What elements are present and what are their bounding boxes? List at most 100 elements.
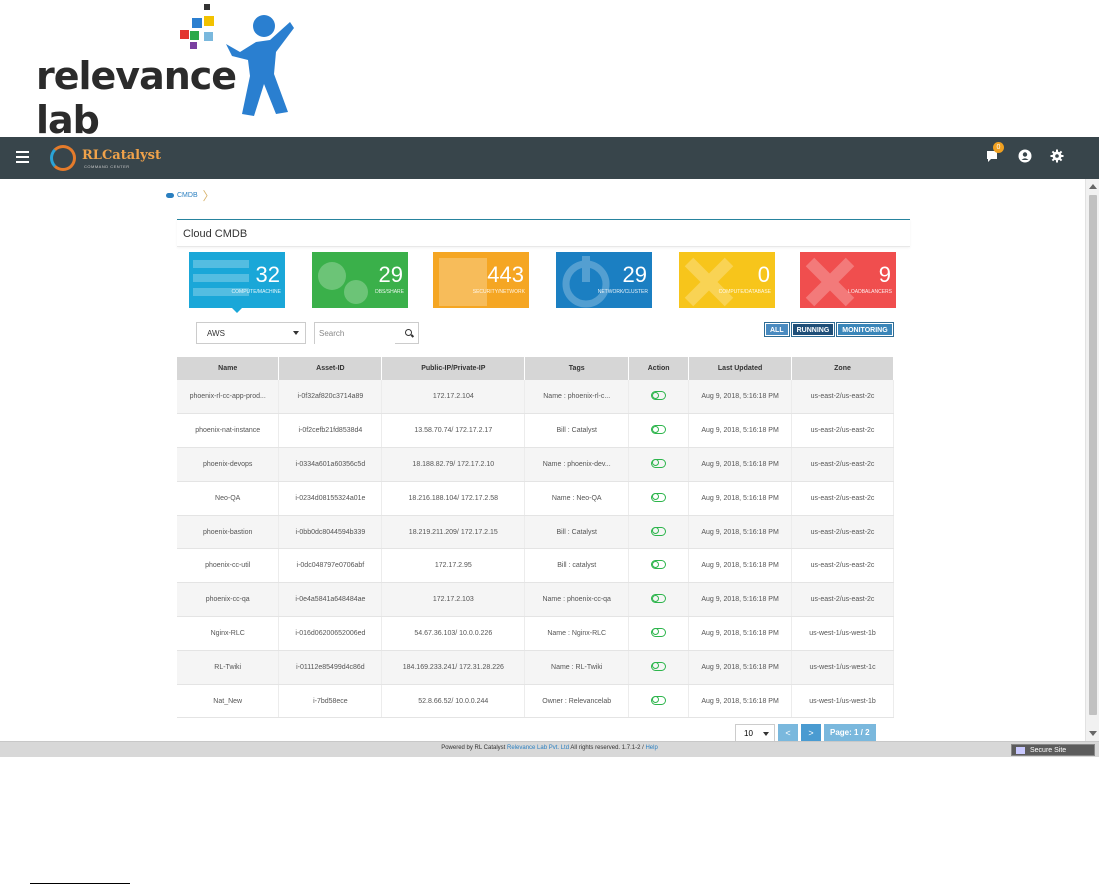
- scrollbar-thumb[interactable]: [1089, 195, 1097, 715]
- search-input[interactable]: [315, 323, 395, 344]
- column-header-last-updated[interactable]: Last Updated: [688, 357, 793, 380]
- company-logo: relevance lab: [30, 4, 300, 142]
- cell-tags: Name : Neo-QA: [524, 481, 630, 516]
- toggle-icon[interactable]: [651, 526, 667, 536]
- table-row[interactable]: Neo-QA i-0234d08155324a01e 18.216.188.104/…: [177, 481, 894, 516]
- tile-label: COMPUTE/MACHINE: [231, 289, 281, 295]
- scroll-down-arrow-icon[interactable]: [1089, 731, 1097, 736]
- provider-select[interactable]: AWS: [196, 322, 306, 344]
- cell-ip: 172.17.2.103: [381, 582, 526, 618]
- cell-tags: Owner : Relevancelab: [524, 684, 630, 719]
- tile-label: DBS/SHARE: [375, 289, 404, 295]
- previous-page-button[interactable]: <: [778, 724, 798, 742]
- toggle-icon[interactable]: [651, 627, 667, 637]
- chevron-right-icon: 〉: [202, 189, 215, 203]
- breadcrumb: CMDB 〉: [166, 187, 215, 204]
- cell-name: Neo-QA: [177, 481, 280, 516]
- cell-ip: 184.169.233.241/ 172.31.28.226: [381, 650, 526, 685]
- table-row[interactable]: phoenix-devops i-0334a601a60356c5d 18.188.…: [177, 447, 894, 482]
- tile-count: 29: [622, 262, 647, 287]
- provider-select-value: AWS: [207, 329, 225, 338]
- tile-security-network[interactable]: 443 SECURITY/NETWORK: [433, 252, 529, 308]
- footer-help-link[interactable]: Help: [645, 745, 657, 751]
- column-header-asset-id[interactable]: Asset-ID: [278, 357, 383, 380]
- cloud-icon: [166, 193, 174, 198]
- table-row[interactable]: phoenix-cc-qa i-0e4a5841a648484ae 172.17.2…: [177, 582, 894, 618]
- tile-loadbalancers[interactable]: 9 LOADBALANCERS: [800, 252, 896, 308]
- menu-icon[interactable]: [16, 151, 29, 163]
- toggle-icon[interactable]: [651, 425, 667, 435]
- column-header-ip[interactable]: Public-IP/Private-IP: [381, 357, 526, 380]
- close-icon: [805, 257, 855, 307]
- divider-line: [30, 883, 130, 884]
- footer: Powered by RL Catalyst Relevance Lab Pvt…: [0, 741, 1099, 757]
- toggle-icon[interactable]: [651, 391, 667, 401]
- page-size-select[interactable]: 10: [735, 724, 775, 742]
- next-page-button[interactable]: >: [801, 724, 821, 742]
- cell-name: RL-Twiki: [177, 650, 280, 685]
- column-header-tags[interactable]: Tags: [524, 357, 630, 380]
- scroll-up-arrow-icon[interactable]: [1089, 184, 1097, 189]
- pagination: 10 < > Page: 1 / 2: [735, 724, 876, 742]
- column-header-name[interactable]: Name: [177, 357, 280, 380]
- cell-zone: us-east-2/us-east-2c: [791, 481, 894, 516]
- table-row[interactable]: RL-Twiki i-01112e85499d4c86d 184.169.233.2…: [177, 650, 894, 685]
- app-logo[interactable]: RLCatalyst COMMAND CENTER: [50, 145, 161, 171]
- cell-zone: us-east-2/us-east-2c: [791, 380, 894, 415]
- tile-compute-database[interactable]: 0 COMPUTE/DATABASE: [679, 252, 775, 308]
- search-box: [314, 322, 419, 344]
- tile-compute-machine[interactable]: 32 COMPUTE/MACHINE: [189, 252, 285, 308]
- table-row[interactable]: Nginx-RLC i-016d06200652006ed 54.67.36.103…: [177, 616, 894, 651]
- cell-zone: us-east-2/us-east-2c: [791, 548, 894, 584]
- notification-button[interactable]: 0: [985, 142, 1004, 164]
- cell-action: [628, 548, 690, 584]
- cell-tags: Bill : Catalyst: [524, 515, 630, 550]
- cell-action: [628, 515, 690, 550]
- table-row[interactable]: Nat_New i-7bd58ece 52.8.66.52/ 10.0.0.244 O…: [177, 684, 894, 719]
- cell-name: phoenix-devops: [177, 447, 280, 482]
- cell-ip: 18.216.188.104/ 172.17.2.58: [381, 481, 526, 516]
- panel-header: Cloud CMDB: [177, 219, 910, 247]
- list-icon: [193, 260, 249, 296]
- tile-network-cluster[interactable]: 29 NETWORK/CLUSTER: [556, 252, 652, 308]
- filter-all-button[interactable]: ALL: [764, 322, 790, 337]
- tile-count: 443: [487, 262, 524, 287]
- cell-asset-id: i-0e4a5841a648484ae: [278, 582, 383, 618]
- cell-action: [628, 413, 690, 449]
- settings-button[interactable]: [1049, 148, 1065, 164]
- cell-zone: us-west-1/us-west-1b: [791, 684, 894, 719]
- vertical-scrollbar[interactable]: [1085, 179, 1099, 741]
- cell-tags: Bill : Catalyst: [524, 413, 630, 449]
- toggle-icon[interactable]: [651, 695, 667, 705]
- cell-zone: us-west-1/us-west-1b: [791, 616, 894, 651]
- toggle-icon[interactable]: [651, 492, 667, 502]
- cell-last-updated: Aug 9, 2018, 5:16:18 PM: [688, 413, 793, 449]
- company-name: relevance lab: [36, 54, 237, 142]
- cell-tags: Name : phoenix-cc-qa: [524, 582, 630, 618]
- search-icon[interactable]: [405, 329, 412, 336]
- toggle-icon[interactable]: [651, 560, 667, 570]
- toggle-icon[interactable]: [651, 458, 667, 468]
- filter-running-button[interactable]: RUNNING: [790, 322, 836, 337]
- cell-action: [628, 447, 690, 482]
- breadcrumb-item-cmdb[interactable]: CMDB: [177, 192, 198, 199]
- footer-company-link[interactable]: Relevance Lab Pvt. Ltd: [507, 745, 569, 751]
- cell-action: [628, 481, 690, 516]
- table-row[interactable]: phoenix-cc-util i-0dc048797e0706abf 172.17…: [177, 548, 894, 584]
- tile-dbs-share[interactable]: 29 DBS/SHARE: [312, 252, 408, 308]
- tile-label: SECURITY/NETWORK: [472, 289, 525, 295]
- filter-monitoring-button[interactable]: MONITORING: [836, 322, 894, 337]
- secure-site-label: Secure Site: [1030, 747, 1067, 754]
- table-row[interactable]: phoenix-rl-cc-app-prod... i-0f32af820c371…: [177, 380, 894, 415]
- tile-label: COMPUTE/DATABASE: [718, 289, 771, 295]
- footer-rights: All rights reserved. 1.7.1-2 /: [570, 745, 644, 751]
- table-row[interactable]: phoenix-nat-instance i-0f2cefb21fd8538d4 1…: [177, 413, 894, 449]
- column-header-zone[interactable]: Zone: [791, 357, 894, 380]
- column-header-action[interactable]: Action: [628, 357, 690, 380]
- cell-name: phoenix-cc-util: [177, 548, 280, 584]
- secure-site-badge[interactable]: Secure Site: [1011, 744, 1095, 756]
- toggle-icon[interactable]: [651, 661, 667, 671]
- toggle-icon[interactable]: [651, 594, 667, 604]
- table-row[interactable]: phoenix-bastion i-0bb0dc8044594b339 18.219…: [177, 515, 894, 550]
- user-button[interactable]: [1017, 148, 1033, 164]
